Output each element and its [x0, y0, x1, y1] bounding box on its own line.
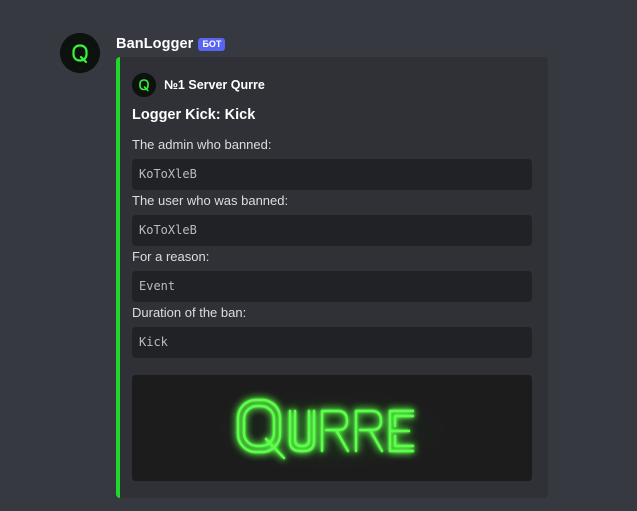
- field-value-admin: KoToXleB: [132, 159, 532, 190]
- embed-author: №1 Server Qurre: [132, 73, 265, 97]
- field-name-admin: The admin who banned:: [132, 137, 272, 152]
- bot-avatar[interactable]: [60, 33, 100, 73]
- message-header: BanLogger БОТ: [116, 36, 226, 52]
- field-name-duration: Duration of the ban:: [132, 305, 247, 320]
- field-name-reason: For a reason:: [132, 249, 210, 264]
- embed-card: №1 Server Qurre Logger Kick: Kick The ad…: [116, 57, 548, 498]
- field-value-duration: Kick: [132, 327, 532, 358]
- embed-image-qurre-logo[interactable]: [132, 375, 532, 481]
- username[interactable]: BanLogger: [116, 36, 193, 52]
- field-value-user: KoToXleB: [132, 215, 532, 246]
- embed-author-name: №1 Server Qurre: [164, 78, 265, 92]
- field-name-user: The user who was banned:: [132, 193, 289, 208]
- embed-title: Logger Kick: Kick: [132, 107, 256, 123]
- field-value-reason: Event: [132, 271, 532, 302]
- qurre-q-logo-icon: [60, 33, 100, 73]
- qurre-q-logo-icon: [132, 73, 156, 97]
- bot-tag-badge: БОТ: [198, 37, 226, 51]
